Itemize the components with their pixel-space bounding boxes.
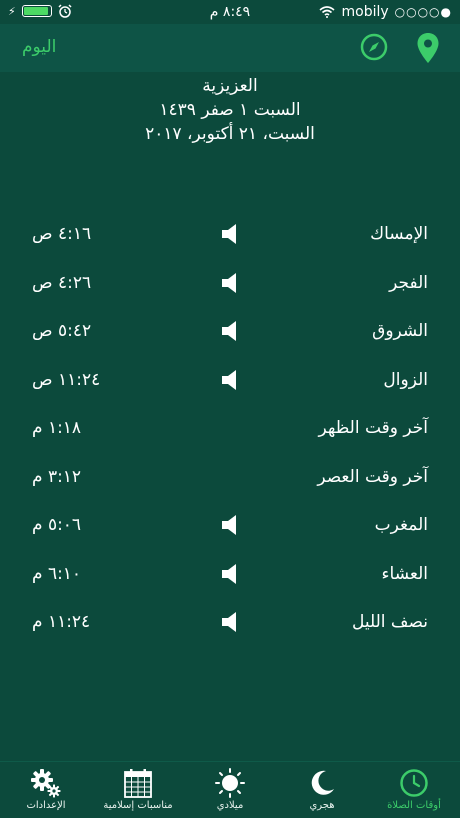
prayer-name: الفجر <box>389 272 428 293</box>
prayer-row-isha: العشاء ٦:١٠ م <box>0 550 460 599</box>
prayer-row-imsak: الإمساك ٤:١٦ ص <box>0 210 460 259</box>
tab-label: ميلادي <box>216 800 244 811</box>
prayer-row-midnight: نصف الليل ١١:٢٤ م <box>0 598 460 647</box>
prayer-time: ٤:٢٦ ص <box>32 272 92 293</box>
status-bar: ⚡ ٨:٤٩ م mobily ○○○○● <box>0 0 460 24</box>
tab-label: مناسبات إسلامية <box>103 800 173 811</box>
tab-prayer-times[interactable]: أوقات الصلاة <box>368 762 460 818</box>
prayer-times-list: الإمساك ٤:١٦ ص الفجر ٤:٢٦ ص الشروق ٥:٤٢ … <box>0 210 460 647</box>
prayer-name: نصف الليل <box>351 612 428 632</box>
location-pin-icon[interactable] <box>416 32 440 64</box>
speaker-icon[interactable] <box>220 611 240 633</box>
carrier-name: mobily <box>341 4 389 20</box>
speaker-icon[interactable] <box>220 320 240 342</box>
status-right: mobily ○○○○● <box>319 4 452 20</box>
city-name: العزيزية <box>202 76 258 96</box>
prayer-name: الإمساك <box>370 224 428 244</box>
date-header: العزيزية السبت ١ صفر ١٤٣٩ السبت، ٢١ أكتو… <box>0 74 460 146</box>
prayer-row-sunrise: الشروق ٥:٤٢ ص <box>0 307 460 356</box>
prayer-time: ١١:٢٤ ص <box>32 369 101 390</box>
prayer-time: ٦:١٠ م <box>32 563 82 584</box>
prayer-time: ١:١٨ م <box>32 418 82 438</box>
gear-icon <box>31 769 61 798</box>
prayer-name: الشروق <box>372 321 428 341</box>
speaker-icon[interactable] <box>220 369 240 391</box>
tab-label: الإعدادات <box>26 800 66 811</box>
hijri-date: السبت ١ صفر ١٤٣٩ <box>159 100 301 120</box>
prayer-row-dhuhr-end: آخر وقت الظهر ١:١٨ م <box>0 404 460 453</box>
prayer-name: آخر وقت الظهر <box>318 418 428 438</box>
today-button[interactable]: اليوم <box>22 37 56 57</box>
prayer-name: الزوال <box>383 369 428 390</box>
tab-settings[interactable]: الإعدادات <box>0 762 92 818</box>
prayer-time: ٣:١٢ م <box>32 466 82 487</box>
gregorian-date: السبت، ٢١ أكتوبر، ٢٠١٧ <box>145 124 315 144</box>
compass-icon[interactable] <box>359 32 389 62</box>
speaker-icon[interactable] <box>220 514 240 536</box>
calendar-icon <box>124 769 152 798</box>
prayer-row-zawal: الزوال ١١:٢٤ ص <box>0 356 460 405</box>
speaker-icon[interactable] <box>220 223 240 245</box>
prayer-name: المغرب <box>374 515 428 535</box>
prayer-row-fajr: الفجر ٤:٢٦ ص <box>0 259 460 308</box>
wifi-icon <box>319 6 336 18</box>
nav-bar: اليوم <box>0 24 460 72</box>
tab-label: هجري <box>309 800 335 811</box>
tab-gregorian[interactable]: ميلادي <box>184 762 276 818</box>
prayer-time: ١١:٢٤ م <box>32 612 91 632</box>
tab-hijri[interactable]: هجري <box>276 762 368 818</box>
prayer-time: ٥:٤٢ ص <box>32 321 92 341</box>
prayer-row-asr-end: آخر وقت العصر ٣:١٢ م <box>0 453 460 502</box>
prayer-name: آخر وقت العصر <box>317 466 428 487</box>
sun-icon <box>215 768 245 798</box>
clock-icon <box>400 769 428 797</box>
moon-icon <box>311 770 334 795</box>
prayer-row-maghrib: المغرب ٥:٠٦ م <box>0 501 460 550</box>
prayer-time: ٥:٠٦ م <box>32 515 82 535</box>
tab-bar: الإعدادات مناسبات إسلامية ميلادي هجري أو… <box>0 761 460 818</box>
prayer-time: ٤:١٦ ص <box>32 224 92 244</box>
signal-strength-icon: ○○○○● <box>394 5 452 19</box>
speaker-icon[interactable] <box>220 272 240 294</box>
speaker-icon[interactable] <box>220 563 240 585</box>
tab-islamic-events[interactable]: مناسبات إسلامية <box>92 762 184 818</box>
prayer-name: العشاء <box>381 563 428 584</box>
tab-label: أوقات الصلاة <box>387 800 441 811</box>
